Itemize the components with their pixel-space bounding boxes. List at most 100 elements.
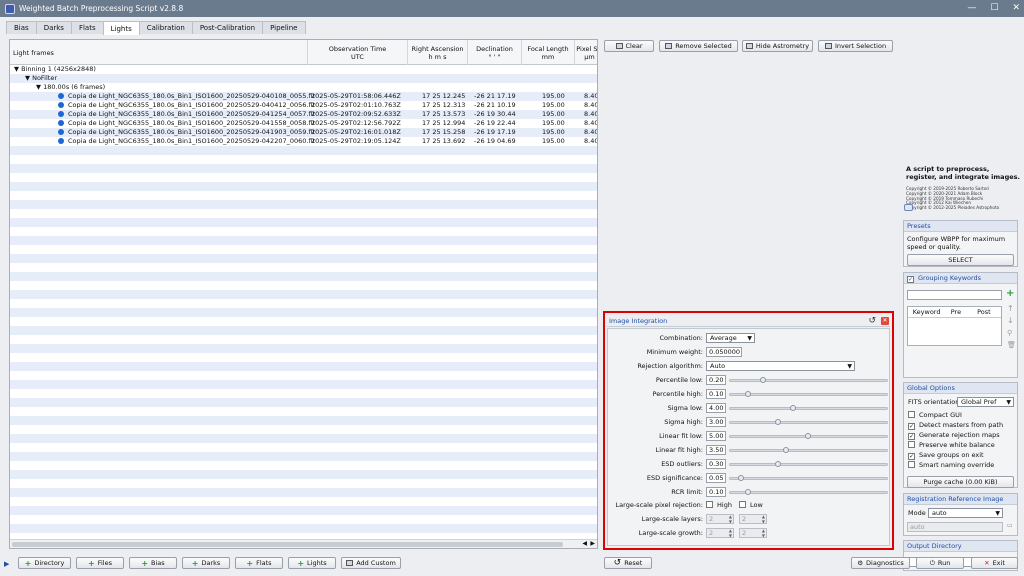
add-lights-button[interactable]: + Lights [288, 557, 336, 569]
tab-lights[interactable]: Lights [102, 21, 140, 35]
move-down-icon[interactable]: ↓ [1007, 316, 1014, 325]
grouping-checkbox[interactable]: ✓ [907, 276, 914, 283]
global-option-row[interactable]: Preserve white balance [904, 440, 1017, 450]
add-custom-button[interactable]: Add Custom [341, 557, 401, 569]
scroll-left-icon[interactable]: ◀ [582, 540, 587, 547]
keyword-input[interactable] [907, 290, 1002, 300]
add-directory-button[interactable]: + Directory [18, 557, 71, 569]
group-row-binning[interactable]: ▼ Binning 1 (4256x2848) [10, 65, 597, 74]
exit-button[interactable]: ✕ Exit [971, 557, 1018, 569]
global-option-checkbox[interactable]: ✓ [908, 433, 915, 440]
add-keyword-icon[interactable]: + [1006, 288, 1014, 299]
add-files-button[interactable]: + Files [76, 557, 124, 569]
param-value-input[interactable]: 0.30 [706, 459, 726, 469]
col-pixel-size[interactable]: Pixel Sizµm [574, 40, 597, 65]
param-slider[interactable] [729, 405, 888, 411]
col-keyword[interactable]: Keyword [908, 307, 945, 317]
group-row-exposure[interactable]: ▼ 180.00s (6 frames) [10, 83, 597, 92]
param-slider[interactable] [729, 489, 888, 495]
maximize-icon[interactable]: ☐ [990, 3, 998, 13]
global-option-row[interactable]: Compact GUI [904, 410, 1017, 420]
expand-icon[interactable]: ▶ [4, 560, 9, 568]
param-slider[interactable] [729, 447, 888, 453]
global-option-checkbox[interactable] [908, 411, 915, 418]
keywords-table[interactable]: Keyword Pre Post [907, 306, 1002, 346]
close-icon[interactable]: ✕ [1012, 3, 1020, 13]
col-observation-time[interactable]: Observation Time UTC [307, 40, 407, 65]
rejection-algorithm-select[interactable]: Auto ▼ [706, 361, 855, 371]
global-option-checkbox[interactable] [908, 461, 915, 468]
remove-selected-button[interactable]: Remove Selected [659, 40, 738, 52]
reset-icon[interactable]: ↺ [868, 315, 876, 327]
param-value-input[interactable]: 4.00 [706, 403, 726, 413]
scrollbar-thumb[interactable] [12, 542, 563, 547]
global-option-row[interactable]: ✓ Save groups on exit [904, 450, 1017, 460]
param-slider[interactable] [729, 475, 888, 481]
global-option-checkbox[interactable]: ✓ [908, 423, 915, 430]
col-post[interactable]: Post [967, 307, 1001, 317]
global-option-checkbox[interactable] [908, 441, 915, 448]
reset-button[interactable]: ↺ Reset [604, 557, 652, 569]
table-row[interactable]: Copia de Light_NGC6355_180.0s_Bin1_ISO16… [10, 137, 597, 146]
combination-select[interactable]: Average ▼ [706, 333, 755, 343]
slider-handle[interactable] [738, 475, 744, 481]
run-button[interactable]: ⏻ Run [916, 557, 964, 569]
tab-darks[interactable]: Darks [35, 21, 72, 34]
col-declination[interactable]: Declination ° ' " [467, 40, 521, 65]
lsr-low-checkbox[interactable] [739, 501, 746, 508]
move-up-icon[interactable]: ↑ [1007, 304, 1014, 313]
light-frames-table[interactable]: Light frames Observation Time UTC Right A… [9, 39, 598, 549]
fits-orientation-select[interactable]: Global Pref ▼ [957, 397, 1014, 407]
col-pre[interactable]: Pre [945, 307, 967, 317]
link-icon[interactable]: ⚲ [1007, 329, 1012, 337]
param-value-input[interactable]: 5.00 [706, 431, 726, 441]
slider-handle[interactable] [805, 433, 811, 439]
slider-handle[interactable] [783, 447, 789, 453]
table-row[interactable]: Copia de Light_NGC6355_180.0s_Bin1_ISO16… [10, 101, 597, 110]
close-panel-icon[interactable]: ✕ [881, 317, 889, 325]
slider-handle[interactable] [745, 489, 751, 495]
slider-handle[interactable] [790, 405, 796, 411]
param-value-input[interactable]: 0.10 [706, 487, 726, 497]
delete-icon[interactable]: 🗑 [1007, 341, 1016, 349]
slider-handle[interactable] [775, 419, 781, 425]
lsr-high-checkbox[interactable] [706, 501, 713, 508]
folder-icon[interactable]: ▭ [1007, 522, 1013, 529]
table-row[interactable]: Copia de Light_NGC6355_180.0s_Bin1_ISO16… [10, 128, 597, 137]
presets-select-button[interactable]: SELECT [907, 254, 1014, 266]
clear-button[interactable]: Clear [604, 40, 654, 52]
scroll-right-icon[interactable]: ▶ [590, 540, 595, 547]
param-slider[interactable] [729, 391, 888, 397]
param-value-input[interactable]: 0.10 [706, 389, 726, 399]
add-bias-button[interactable]: + Bias [129, 557, 177, 569]
global-option-row[interactable]: Smart naming override [904, 460, 1017, 470]
minimize-icon[interactable]: — [967, 3, 976, 13]
col-focal-length[interactable]: Focal Length mm [521, 40, 574, 65]
col-light-frames[interactable]: Light frames [10, 40, 307, 65]
minimum-weight-input[interactable]: 0.050000 [706, 347, 742, 357]
add-darks-button[interactable]: + Darks [182, 557, 230, 569]
global-option-checkbox[interactable]: ✓ [908, 453, 915, 460]
invert-selection-button[interactable]: Invert Selection [818, 40, 893, 52]
table-row[interactable]: Copia de Light_NGC6355_180.0s_Bin1_ISO16… [10, 110, 597, 119]
add-flats-button[interactable]: + Flats [235, 557, 283, 569]
horizontal-scrollbar[interactable]: ◀ ▶ [10, 539, 597, 548]
param-value-input[interactable]: 0.05 [706, 473, 726, 483]
diagnostics-button[interactable]: ⚙ Diagnostics [851, 557, 910, 569]
global-option-row[interactable]: ✓ Detect masters from path [904, 420, 1017, 430]
param-value-input[interactable]: 0.20 [706, 375, 726, 385]
param-slider[interactable] [729, 377, 888, 383]
tab-bias[interactable]: Bias [6, 21, 37, 34]
param-slider[interactable] [729, 433, 888, 439]
param-value-input[interactable]: 3.00 [706, 417, 726, 427]
slider-handle[interactable] [775, 461, 781, 467]
slider-handle[interactable] [745, 391, 751, 397]
tab-post-calibration[interactable]: Post-Calibration [191, 21, 264, 34]
col-right-ascension[interactable]: Right Ascension h m s [407, 40, 467, 65]
table-row[interactable]: Copia de Light_NGC6355_180.0s_Bin1_ISO16… [10, 92, 597, 101]
param-slider[interactable] [729, 461, 888, 467]
param-slider[interactable] [729, 419, 888, 425]
regref-mode-select[interactable]: auto ▼ [928, 508, 1003, 518]
param-value-input[interactable]: 3.50 [706, 445, 726, 455]
table-row[interactable]: Copia de Light_NGC6355_180.0s_Bin1_ISO16… [10, 119, 597, 128]
